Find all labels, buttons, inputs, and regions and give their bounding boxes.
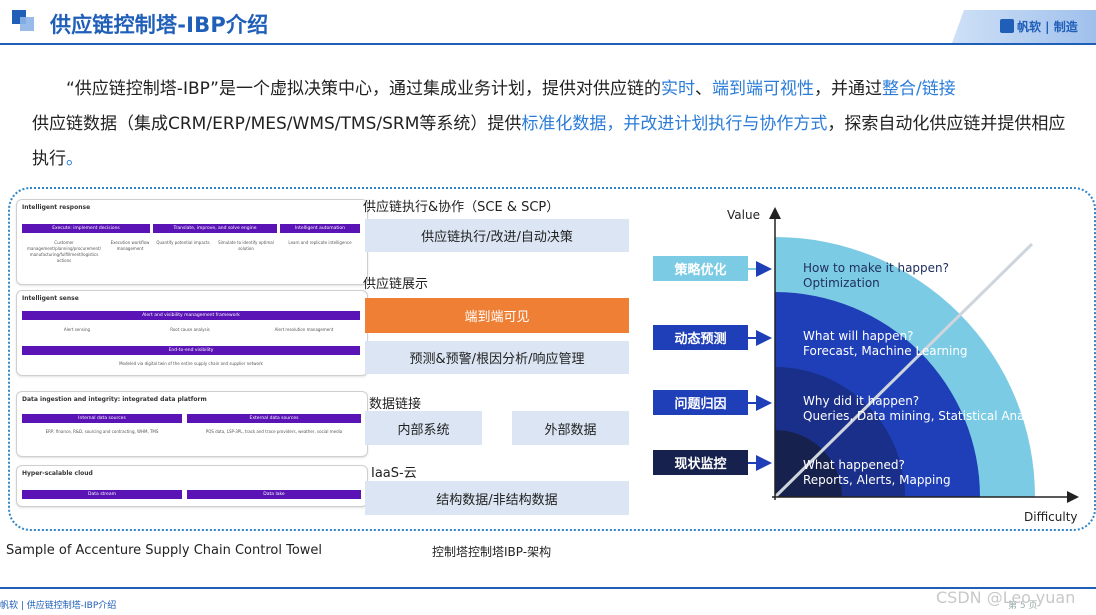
x-axis-label: Difficulty: [1024, 510, 1078, 524]
card-sub: POS data, LSP-3PL, track and trace provi…: [205, 429, 343, 434]
level-description: Reports, Alerts, Mapping: [803, 473, 951, 487]
card-title: Intelligent response: [22, 204, 91, 211]
level-description: Forecast, Machine Learning: [803, 344, 968, 358]
intro-text-3: ，并通过: [814, 79, 882, 99]
title-square-accent-icon: [20, 17, 34, 31]
level-monitor-text: What happened? Reports, Alerts, Mapping: [803, 458, 951, 488]
card-bar: Translate, improve, and solve engine: [153, 224, 277, 233]
intro-paragraph: “供应链控制塔-IBP”是一个虚拟决策中心，通过集成业务计划，提供对供应链的实时…: [32, 72, 1072, 177]
intro-highlight-standard-data: 标准化数据: [521, 114, 607, 134]
card-sub: Customer management/planning/procurement…: [27, 240, 101, 263]
card-sub: Alert resolution management: [274, 327, 334, 332]
card-sub: Root cause analysis: [170, 327, 210, 332]
card-sub: Quantify potential impacts: [156, 240, 210, 245]
slide-header: 供应链控制塔-IBP介绍 帆软 | 制造: [0, 0, 1096, 46]
header-divider: [0, 43, 1096, 45]
level-optimization-text: How to make it happen? Optimization: [803, 261, 949, 291]
card-sub: Execution workflow management: [110, 240, 150, 251]
section-label-iaas: IaaS-云: [371, 466, 417, 481]
step-forecast: 动态预测: [653, 325, 748, 350]
level-analysis-text: Why did it happen? Queries, Data mining,…: [803, 394, 1051, 424]
level-question: What will happen?: [803, 329, 914, 343]
sample-card-data: Data ingestion and integrity: integrated…: [16, 391, 368, 457]
footer-text: 帆软 | 供应链控制塔-IBP介绍: [0, 601, 117, 611]
box-internal-systems: 内部系统: [365, 411, 482, 445]
card-title: Hyper-scalable cloud: [22, 470, 93, 477]
box-structured-data: 结构数据/非结构数据: [365, 481, 629, 515]
level-description: Queries, Data mining, Statistical Analys…: [803, 409, 1051, 423]
card-sub: Alert sensing: [63, 327, 91, 332]
card-bar: Alert and visibility management framewor…: [22, 311, 360, 320]
step-monitoring: 现状监控: [653, 450, 748, 475]
intro-text-1: “供应链控制塔-IBP”是一个虚拟决策中心，通过集成业务计划，提供对供应链的: [66, 79, 661, 99]
section-label-execution: 供应链执行&协作（SCE & SCP）: [363, 200, 560, 215]
page-title: 供应链控制塔-IBP介绍: [50, 13, 269, 37]
card-bar: Data stream: [22, 490, 182, 499]
caption-sample: Sample of Accenture Supply Chain Control…: [6, 543, 323, 558]
y-axis-label: Value: [727, 208, 760, 222]
intro-highlight-integration: 整合/链接: [882, 79, 956, 99]
intro-text-4: 供应链数据（集成CRM/ERP/MES/WMS/TMS/SRM等系统）提供: [32, 114, 522, 134]
intro-text-5: ，: [606, 114, 624, 134]
brand-label: 帆软 | 制造: [1017, 20, 1078, 34]
card-title: Data ingestion and integrity: integrated…: [22, 396, 207, 403]
level-description: Optimization: [803, 276, 880, 290]
card-sub: Simulate to identify optimal solution: [218, 240, 274, 251]
card-bar: End-to-end visibility: [22, 346, 360, 355]
watermark: CSDN @Leo.yuan: [936, 588, 1076, 607]
box-forecast: 预测&预警/根因分析/响应管理: [365, 341, 629, 374]
card-bar: External data sources: [187, 414, 361, 423]
box-execution: 供应链执行/改进/自动决策: [365, 219, 629, 252]
level-question: How to make it happen?: [803, 261, 950, 275]
intro-highlight-collaboration: 并改进计划执行与协作方式: [623, 114, 828, 134]
step-attribution: 问题归因: [653, 390, 748, 415]
caption-architecture: 控制塔控制塔IBP-架构: [432, 545, 552, 559]
card-sub: ERP, finance, R&D, sourcing and contract…: [45, 429, 159, 434]
section-label-display: 供应链展示: [363, 277, 429, 292]
intro-highlight-realtime: 实时: [661, 79, 695, 99]
footer-divider: [0, 587, 1096, 589]
sample-card-response: Intelligent response Execute: implement …: [16, 199, 368, 285]
card-sub: Modeled via digital twin of the entire s…: [119, 361, 263, 366]
intro-text-2: 、: [695, 79, 712, 99]
card-bar: Data lake: [187, 490, 361, 499]
box-external-data: 外部数据: [512, 411, 629, 445]
intro-highlight-visibility: 端到端可视性: [712, 79, 814, 99]
card-bar: Execute: implement decisions: [22, 224, 150, 233]
level-question: What happened?: [803, 458, 905, 472]
intro-text-7: 。: [66, 149, 83, 169]
step-optimization: 策略优化: [653, 256, 748, 281]
brand-logo-icon: [1000, 19, 1014, 33]
card-sub: Learn and replicate intelligence: [288, 240, 352, 245]
card-bar: Internal data sources: [22, 414, 182, 423]
sample-card-cloud: Hyper-scalable cloud Data stream Data la…: [16, 465, 368, 507]
section-label-data-link: 数据链接: [369, 397, 422, 412]
level-forecast-text: What will happen? Forecast, Machine Lear…: [803, 329, 968, 359]
level-question: Why did it happen?: [803, 394, 920, 408]
card-title: Intelligent sense: [22, 295, 79, 302]
box-end-to-end: 端到端可见: [365, 298, 629, 333]
card-bar: Intelligent automation: [280, 224, 360, 233]
sample-card-sense: Intelligent sense Alert and visibility m…: [16, 290, 368, 376]
